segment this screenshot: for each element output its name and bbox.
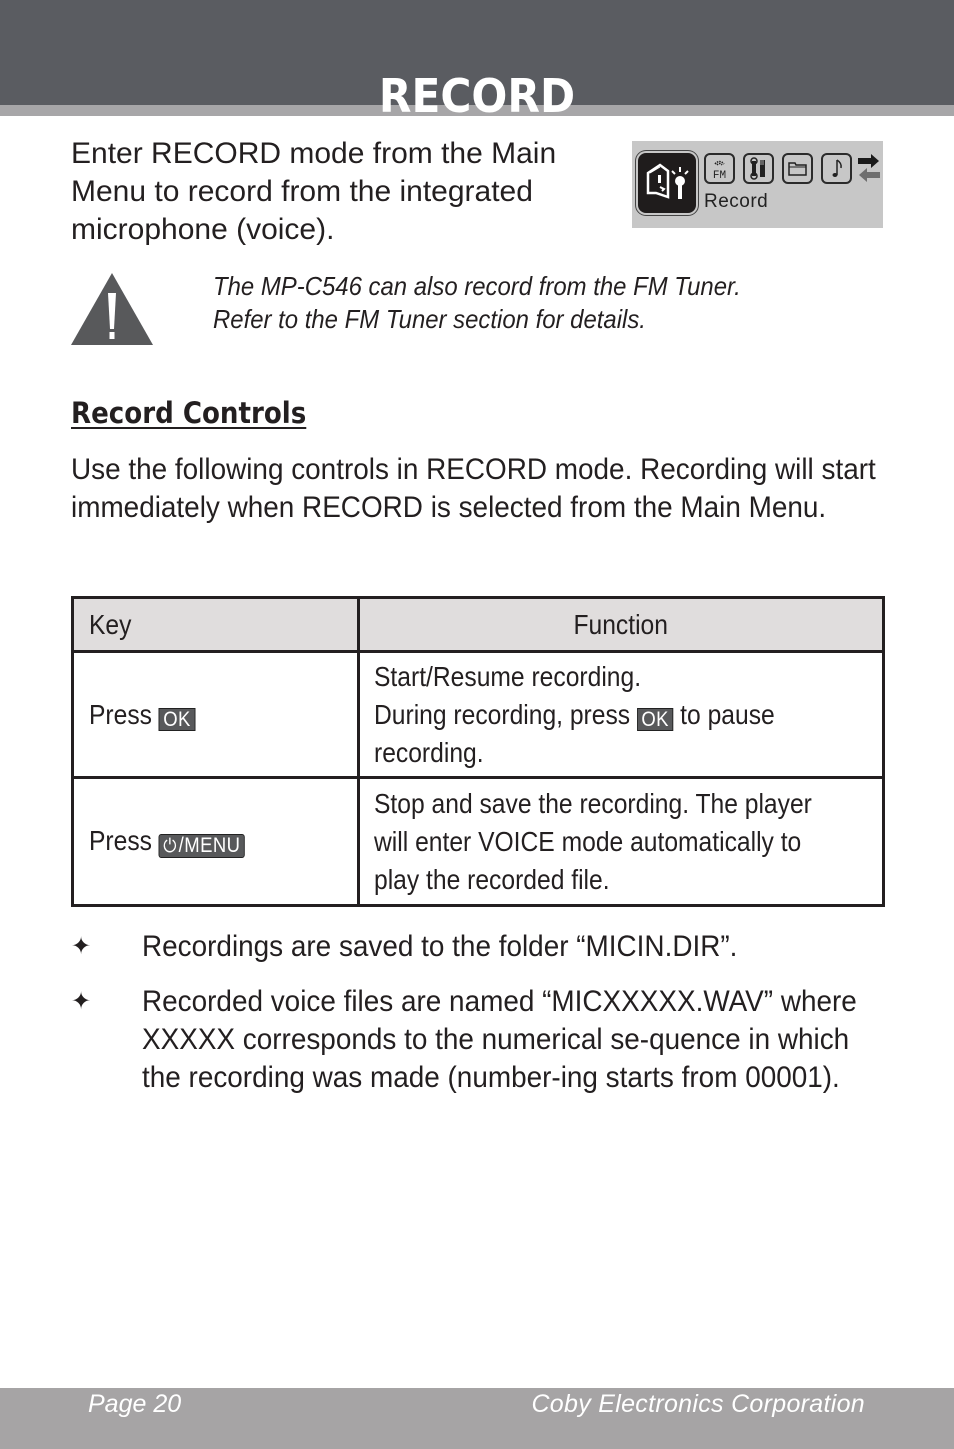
table-header-row: Key Function: [71, 596, 885, 653]
menu-key-label: /MENU: [178, 834, 241, 857]
music-note-icon: [821, 153, 852, 184]
bullet-text: Recorded voice files are named “MICXXXXX…: [142, 985, 857, 1094]
record-controls-table: Key Function Press OK Start/Resume recor…: [71, 596, 885, 907]
settings-tools-icon: [743, 153, 774, 184]
function-line: will enter VOICE mode automatically to: [374, 825, 802, 857]
function-line: Start/Resume recording.: [374, 660, 642, 692]
key-prefix: Press: [89, 825, 152, 856]
page-title: RECORD: [378, 68, 576, 123]
note-line-2: Refer to the FM Tuner section for detail…: [213, 304, 646, 334]
record-icon: [638, 153, 696, 213]
note-line-1: The MP-C546 can also record from the FM …: [213, 271, 741, 301]
star-bullet-icon: ✦: [71, 933, 92, 960]
ok-key-icon: OK: [636, 707, 674, 731]
key-prefix: Press: [89, 698, 152, 730]
key-cell: Press OK: [71, 650, 360, 779]
function-line: During recording, press: [374, 698, 631, 730]
function-line: to pause: [680, 698, 775, 730]
warning-icon: [71, 273, 153, 345]
function-cell: Stop and save the recording. The player …: [357, 776, 885, 907]
device-selected-label: Record: [704, 191, 769, 212]
function-line: Stop and save the recording. The player: [374, 787, 812, 819]
column-header-function: Function: [357, 596, 885, 653]
power-menu-key: ⏻/MENU: [158, 834, 245, 858]
navigate-arrows-icon: [858, 153, 880, 188]
table-row: Press OK Start/Resume recording. During …: [71, 650, 885, 779]
power-icon: ⏻: [163, 836, 177, 857]
folder-icon: [782, 153, 813, 184]
function-line: recording.: [374, 736, 484, 768]
bullet-text: Recordings are saved to the folder “MICI…: [142, 930, 738, 963]
device-menu-screenshot: FM Record: [632, 141, 883, 228]
page-number: Page 20: [88, 1390, 182, 1418]
company-name: Coby Electronics Corporation: [531, 1390, 865, 1418]
key-cell: Press ⏻/MENU: [71, 776, 360, 907]
star-bullet-icon: ✦: [71, 988, 92, 1015]
notes-list: ✦ Recordings are saved to the folder “MI…: [71, 928, 931, 1114]
list-item: ✦ Recorded voice files are named “MICXXX…: [71, 983, 931, 1097]
intro-text: Enter RECORD mode from the Main Menu to …: [71, 137, 557, 246]
function-cell: Start/Resume recording. During recording…: [357, 650, 885, 779]
section-heading: Record Controls: [71, 396, 307, 430]
fm-tuner-note: The MP-C546 can also record from the FM …: [213, 270, 820, 336]
section-body: Use the following controls in RECORD mod…: [71, 453, 876, 524]
list-item: ✦ Recordings are saved to the folder “MI…: [71, 928, 931, 966]
column-header-key: Key: [71, 596, 360, 653]
function-line: play the recorded file.: [374, 863, 610, 895]
table-row: Press ⏻/MENU Stop and save the recording…: [71, 776, 885, 907]
fm-radio-icon: FM: [704, 153, 735, 184]
svg-text:FM: FM: [713, 170, 726, 182]
ok-key-icon: OK: [158, 707, 196, 731]
